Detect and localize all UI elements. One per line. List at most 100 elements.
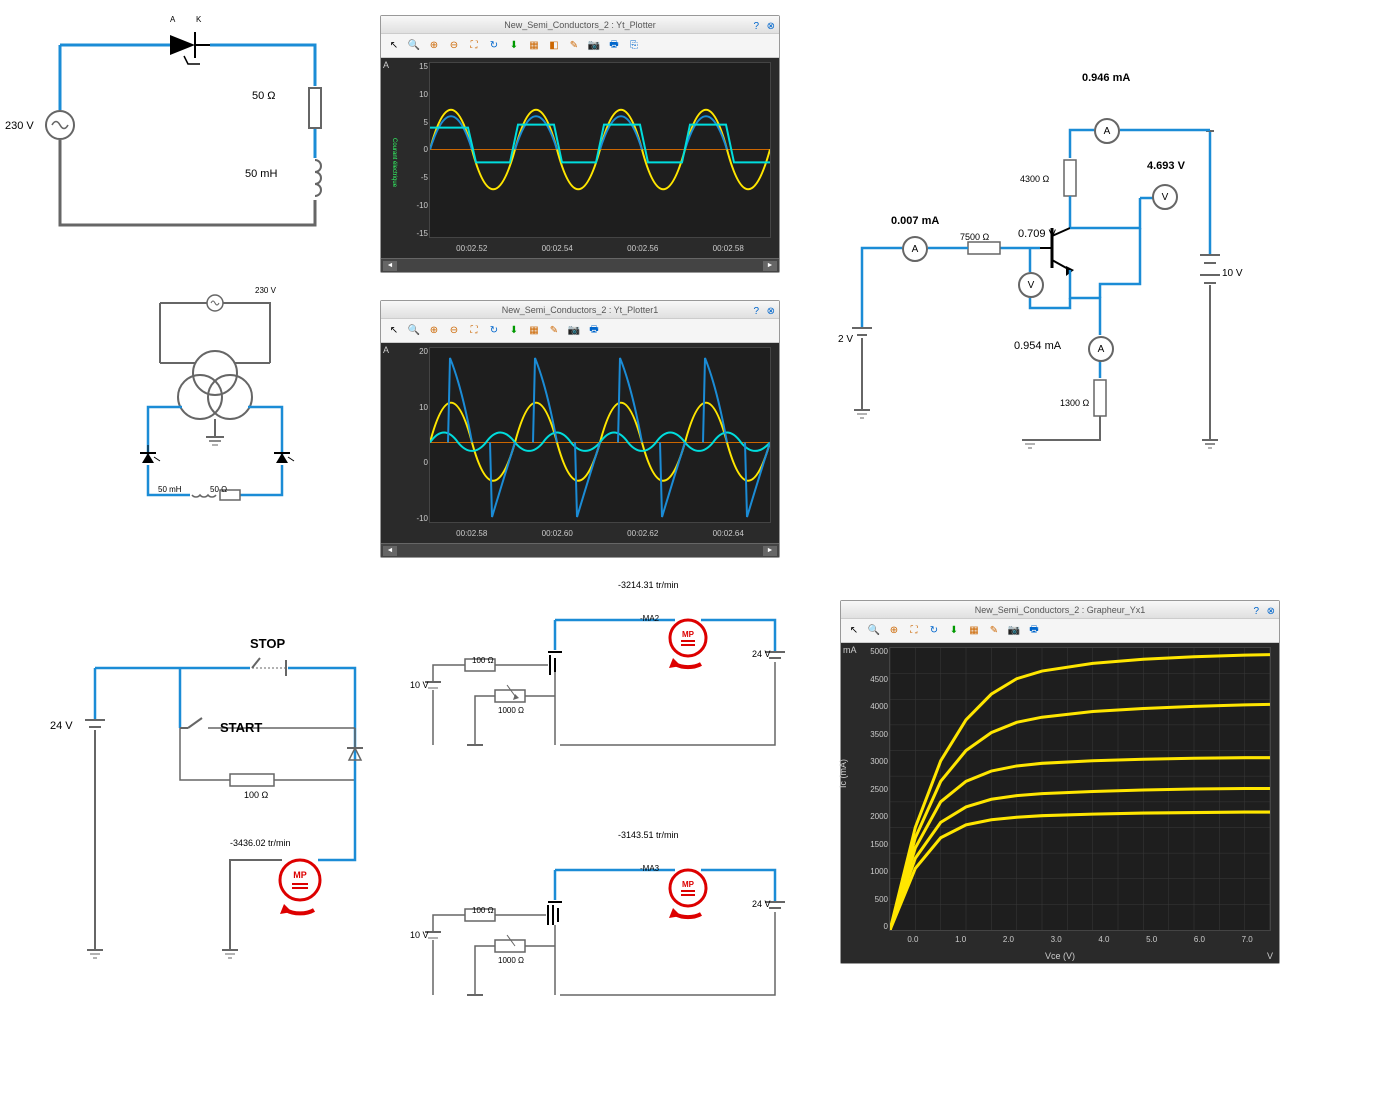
plot2-canvas[interactable] [429,347,771,523]
plotter1-title-text: New_Semi_Conductors_2 : Yt_Plotter [504,20,655,30]
export-icon[interactable]: ⬇ [945,622,963,640]
ylabel3: Ic (mA) [838,759,848,788]
zoom-icon[interactable]: 🔍 [865,622,883,640]
close-icon[interactable]: ⊗ [767,18,775,36]
plotter2-chart: A 20100-10 00:02.5800:02.6000:02.6200:02… [381,343,779,543]
ammeter-top-value: 0.946 mA [1082,72,1130,84]
print-icon[interactable]: 🖶 [605,37,623,55]
refresh-icon[interactable]: ↻ [485,322,503,340]
zoom-out-icon[interactable]: ⊖ [445,37,463,55]
start-label: START [220,720,262,735]
grid-icon[interactable]: ▦ [525,322,543,340]
camera-icon[interactable]: 📷 [585,37,603,55]
c3-r: 100 Ω [244,790,268,800]
ie-value: 0.954 mA [1014,340,1061,352]
ammeter-emitter: A [1088,336,1114,362]
scroll-left-icon[interactable]: ◄ [383,546,397,556]
scroll-left-icon[interactable]: ◄ [383,261,397,271]
vce-value: 4.693 V [1147,160,1185,172]
plot3-canvas[interactable] [889,647,1271,931]
camera-icon[interactable]: 📷 [565,322,583,340]
voltmeter-vbe: V [1018,272,1044,298]
grid-icon[interactable]: ▦ [965,622,983,640]
ammeter-base: A [902,236,928,262]
yunit-left: A [383,345,389,355]
close-icon[interactable]: ⊗ [1267,603,1275,621]
c4-vs: 24 V [752,649,771,659]
c5-r2: 1000 Ω [498,956,524,965]
c5-vs: 24 V [752,899,771,909]
settings-icon[interactable]: ✎ [985,622,1003,640]
circuit4-svg: MP [415,590,815,790]
help-icon[interactable]: ? [1253,603,1259,621]
zoom-in-icon[interactable]: ⊕ [885,622,903,640]
svg-text:MP: MP [682,880,695,889]
close-icon[interactable]: ⊗ [767,303,775,321]
zoom-in-icon[interactable]: ⊕ [425,322,443,340]
print-icon[interactable]: 🖶 [585,322,603,340]
fit-icon[interactable]: ⛶ [465,37,483,55]
scroll-right-icon[interactable]: ► [763,546,777,556]
c4-id: -MA2 [640,614,659,623]
c5-id: -MA3 [640,864,659,873]
help-icon[interactable]: ? [753,18,759,36]
xunit3: V [1267,951,1273,961]
yaxis-left2: 20100-10 [399,343,431,527]
xlabel3: Vce (V) [1045,951,1075,961]
yunit3: mA [843,645,857,655]
cursor-icon[interactable]: ↖ [385,322,403,340]
zoom-out-icon[interactable]: ⊖ [445,322,463,340]
c4-r1: 100 Ω [472,656,494,665]
zoom-icon[interactable]: 🔍 [405,322,423,340]
plotter2-title-text: New_Semi_Conductors_2 : Yt_Plotter1 [502,305,658,315]
export-icon[interactable]: ⬇ [505,37,523,55]
voltmeter-vce: V [1152,184,1178,210]
c1-diode-k: K [196,15,201,24]
plotter2-scroll[interactable]: ◄ ► [381,543,779,557]
vbe-value: 0.709 V [1018,228,1056,240]
c2-ind: 50 mH [158,485,182,494]
plotter1-chart: A Courant électrique 151050-5-10-15 00:0… [381,58,779,258]
ammeter-base-value: 0.007 mA [891,215,939,227]
refresh-icon[interactable]: ↻ [485,37,503,55]
yaxis3: 5000450040003500300025002000150010005000 [859,643,891,935]
c5-r1: 100 Ω [472,906,494,915]
r2-label: 7500 Ω [960,232,989,242]
plotter1-titlebar[interactable]: New_Semi_Conductors_2 : Yt_Plotter ? ⊗ [381,16,779,34]
camera-icon[interactable]: 📷 [1005,622,1023,640]
plotter1-scroll[interactable]: ◄ ► [381,258,779,272]
plotter2-window: New_Semi_Conductors_2 : Yt_Plotter1 ? ⊗ … [380,300,780,558]
plotter3-titlebar[interactable]: New_Semi_Conductors_2 : Grapheur_Yx1 ? ⊗ [841,601,1279,619]
settings-icon[interactable]: ✎ [565,37,583,55]
plotter1-window: New_Semi_Conductors_2 : Yt_Plotter ? ⊗ ↖… [380,15,780,273]
yunit-left: A [383,60,389,70]
cursor-icon[interactable]: ↖ [845,622,863,640]
ammeter-top: A [1094,118,1120,144]
vcc-label: 10 V [1222,268,1243,279]
help-icon[interactable]: ? [753,303,759,321]
plotter3-title-text: New_Semi_Conductors_2 : Grapheur_Yx1 [975,605,1146,615]
settings-icon[interactable]: ✎ [545,322,563,340]
c5-vl: 10 V [410,930,429,940]
plot1-canvas[interactable] [429,62,771,238]
scroll-right-icon[interactable]: ► [763,261,777,271]
c1-ind-label: 50 mH [245,168,277,180]
zoom-icon[interactable]: 🔍 [405,37,423,55]
xaxis2: 00:02.5800:02.6000:02.6200:02.64 [429,527,771,543]
fit-icon[interactable]: ⛶ [465,322,483,340]
cursor-icon[interactable]: ↖ [385,37,403,55]
c3-rpm: -3436.02 tr/min [230,838,291,848]
plotter2-toolbar: ↖ 🔍 ⊕ ⊖ ⛶ ↻ ⬇ ▦ ✎ 📷 🖶 [381,319,779,343]
grid-icon[interactable]: ▦ [525,37,543,55]
svg-text:MP: MP [682,630,695,639]
export-icon[interactable]: ⬇ [505,322,523,340]
print-icon[interactable]: 🖶 [1025,622,1043,640]
c4-r2: 1000 Ω [498,706,524,715]
zoom-in-icon[interactable]: ⊕ [425,37,443,55]
fit-icon[interactable]: ⛶ [905,622,923,640]
copy-icon[interactable]: ⎘ [625,37,643,55]
yaxis-left: 151050-5-10-15 [399,58,431,242]
refresh-icon[interactable]: ↻ [925,622,943,640]
plotter2-titlebar[interactable]: New_Semi_Conductors_2 : Yt_Plotter1 ? ⊗ [381,301,779,319]
legend-icon[interactable]: ◧ [545,37,563,55]
